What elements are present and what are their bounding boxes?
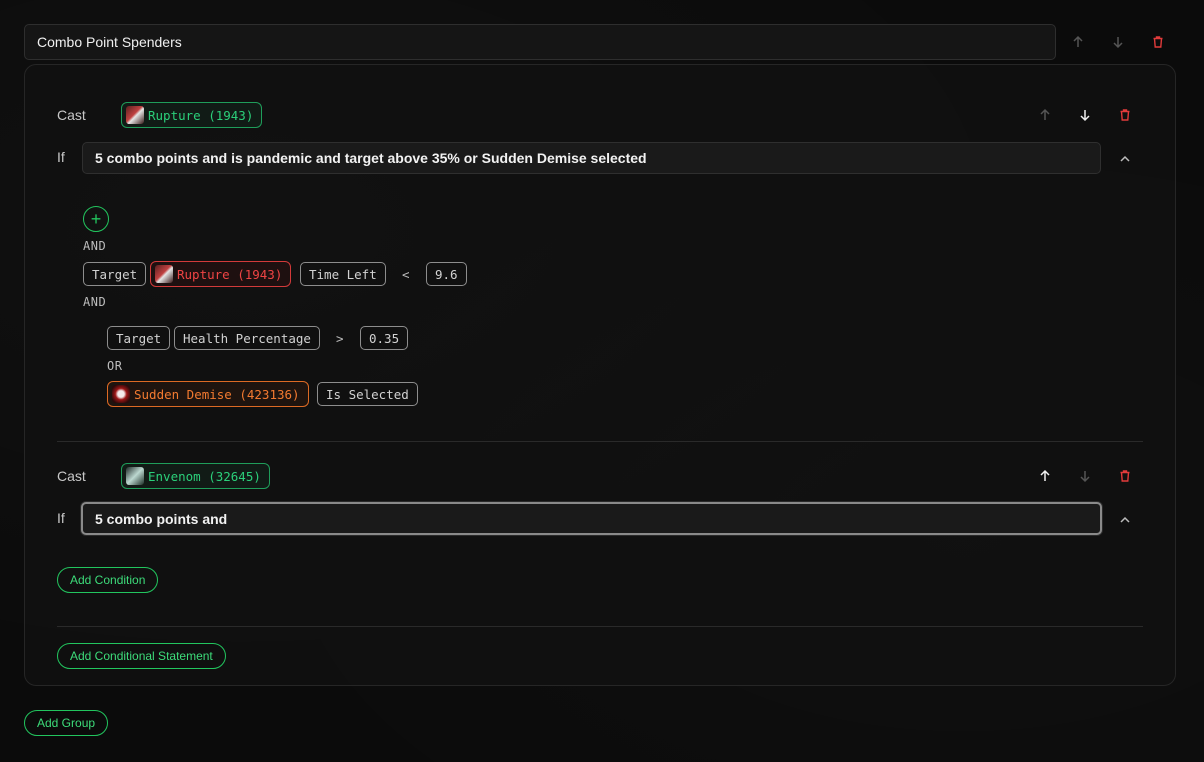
- sudden-demise-spell-icon: [112, 385, 130, 403]
- token-unit[interactable]: Target: [83, 262, 147, 286]
- rupture-spell-icon: [126, 106, 144, 124]
- group-move-down-button[interactable]: [1108, 32, 1128, 52]
- trash-icon: [1153, 36, 1163, 48]
- condition-input[interactable]: 5 combo points and: [81, 502, 1102, 535]
- arrow-up-icon: [1073, 35, 1083, 47]
- button-label: Add Conditional Statement: [70, 649, 213, 663]
- condition-text: 5 combo points and: [95, 510, 228, 527]
- spell-name: Rupture (1943): [177, 266, 283, 282]
- add-condition-plus-button[interactable]: +: [83, 206, 109, 232]
- group-move-up-button[interactable]: [1068, 32, 1088, 52]
- cast-spell-envenom[interactable]: Envenom (32645): [121, 463, 270, 489]
- add-conditional-statement-button[interactable]: Add Conditional Statement: [57, 643, 226, 669]
- arrow-down-icon: [1080, 110, 1090, 122]
- token-value[interactable]: 9.6: [426, 262, 467, 286]
- arrow-up-icon: [1040, 469, 1050, 481]
- token-unit[interactable]: Target: [107, 326, 171, 350]
- statement-move-down-button[interactable]: [1075, 105, 1095, 125]
- spell-name: Sudden Demise (423136): [134, 386, 300, 402]
- cast-spell-rupture[interactable]: Rupture (1943): [121, 102, 263, 128]
- token-text: Is Selected: [326, 386, 409, 402]
- button-label: Add Group: [37, 716, 96, 730]
- token-value[interactable]: 0.35: [360, 326, 409, 350]
- cast-label: Cast: [57, 468, 86, 484]
- token-property[interactable]: Is Selected: [317, 382, 418, 406]
- statement-move-up-button[interactable]: [1035, 466, 1055, 486]
- spell-name: Rupture (1943): [148, 107, 254, 123]
- logic-or: OR: [107, 359, 123, 373]
- trash-icon: [1120, 109, 1130, 121]
- token-text: 9.6: [435, 266, 458, 282]
- rupture-spell-icon: [155, 265, 173, 283]
- trash-icon: [1120, 470, 1130, 482]
- logic-and: AND: [83, 295, 107, 309]
- group-delete-button[interactable]: [1148, 32, 1168, 52]
- token-text: Time Left: [309, 266, 377, 282]
- chevron-up-icon: [1120, 155, 1130, 162]
- add-group-button[interactable]: Add Group: [24, 710, 109, 736]
- group-title-text: Combo Point Spenders: [37, 34, 182, 50]
- divider: [57, 441, 1143, 442]
- spell-name: Envenom (32645): [148, 468, 261, 484]
- statement-move-down-button[interactable]: [1075, 466, 1095, 486]
- statement-delete-button[interactable]: [1115, 466, 1135, 486]
- arrow-up-icon: [1040, 108, 1050, 120]
- button-label: Add Condition: [70, 573, 146, 587]
- token-text: Target: [116, 330, 162, 346]
- token-property[interactable]: Time Left: [300, 262, 386, 286]
- logic-and: AND: [83, 239, 107, 253]
- token-text: Health Percentage: [183, 330, 311, 346]
- condition-input[interactable]: 5 combo points and is pandemic and targe…: [82, 142, 1101, 174]
- add-condition-button[interactable]: Add Condition: [57, 567, 159, 593]
- divider: [57, 626, 1143, 627]
- chevron-up-icon: [1120, 516, 1130, 523]
- envenom-spell-icon: [126, 467, 144, 485]
- statement-delete-button[interactable]: [1115, 105, 1135, 125]
- token-spell-sudden-demise[interactable]: Sudden Demise (423136): [107, 381, 309, 407]
- statement-move-up-button[interactable]: [1035, 105, 1055, 125]
- condition-text: 5 combo points and is pandemic and targe…: [95, 150, 647, 166]
- arrow-down-icon: [1080, 471, 1090, 483]
- if-label: If: [57, 510, 65, 526]
- if-label: If: [57, 149, 65, 165]
- token-text: Target: [92, 266, 138, 282]
- cast-label: Cast: [57, 107, 86, 123]
- operator[interactable]: <: [402, 267, 410, 282]
- group-title-input[interactable]: Combo Point Spenders: [24, 24, 1056, 60]
- token-spell-rupture[interactable]: Rupture (1943): [150, 261, 292, 287]
- token-text: 0.35: [369, 330, 400, 346]
- collapse-button[interactable]: [1115, 510, 1135, 530]
- token-property[interactable]: Health Percentage: [174, 326, 320, 350]
- collapse-button[interactable]: [1115, 149, 1135, 169]
- plus-icon: +: [90, 209, 102, 229]
- arrow-down-icon: [1113, 37, 1123, 49]
- operator[interactable]: >: [336, 331, 344, 346]
